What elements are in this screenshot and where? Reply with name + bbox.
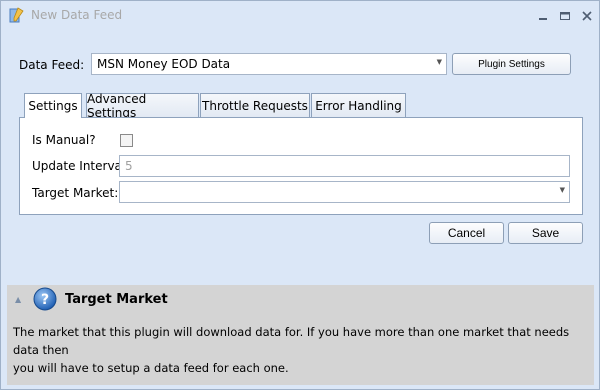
- chevron-down-icon: ▼: [436, 58, 442, 66]
- tab-throttle-requests[interactable]: Throttle Requests: [200, 93, 310, 117]
- maximize-icon[interactable]: [558, 9, 572, 23]
- window-title: New Data Feed: [31, 8, 123, 22]
- plugin-settings-button[interactable]: Plugin Settings: [452, 53, 571, 75]
- data-feed-value: MSN Money EOD Data: [97, 57, 231, 71]
- close-icon[interactable]: [580, 9, 594, 23]
- is-manual-checkbox[interactable]: [120, 134, 133, 147]
- update-interval-input[interactable]: 5: [119, 155, 570, 177]
- tab-error-handling[interactable]: Error Handling: [311, 93, 406, 117]
- svg-text:?: ?: [41, 292, 49, 308]
- update-interval-label: Update Interval:: [32, 159, 130, 173]
- data-feed-label: Data Feed:: [19, 58, 85, 72]
- app-feed-icon: [9, 7, 24, 23]
- collapse-arrow-icon[interactable]: ▲: [15, 295, 21, 304]
- new-data-feed-window: New Data Feed Data Feed: MSN Money EOD D…: [0, 0, 600, 390]
- help-text-line: you will have to setup a data feed for e…: [13, 361, 289, 375]
- chevron-down-icon: ▼: [559, 186, 565, 194]
- target-market-combo[interactable]: ▼: [119, 181, 570, 203]
- tab-advanced-settings[interactable]: Advanced Settings: [86, 92, 199, 120]
- tab-settings[interactable]: Settings: [24, 93, 82, 118]
- cancel-button[interactable]: Cancel: [429, 222, 504, 244]
- help-text-line: The market that this plugin will downloa…: [13, 325, 570, 357]
- is-manual-label: Is Manual?: [32, 133, 96, 147]
- minimize-icon[interactable]: [536, 9, 550, 23]
- help-pane: ▲ ? Target Market The market that this p…: [7, 285, 594, 385]
- save-button[interactable]: Save: [508, 222, 583, 244]
- update-interval-value: 5: [125, 159, 133, 173]
- help-text: The market that this plugin will downloa…: [13, 323, 588, 377]
- question-icon: ?: [33, 287, 57, 311]
- help-title: Target Market: [65, 292, 168, 307]
- target-market-label: Target Market:: [32, 186, 119, 200]
- data-feed-combo[interactable]: MSN Money EOD Data ▼: [91, 53, 447, 75]
- title-bar[interactable]: New Data Feed: [1, 1, 599, 31]
